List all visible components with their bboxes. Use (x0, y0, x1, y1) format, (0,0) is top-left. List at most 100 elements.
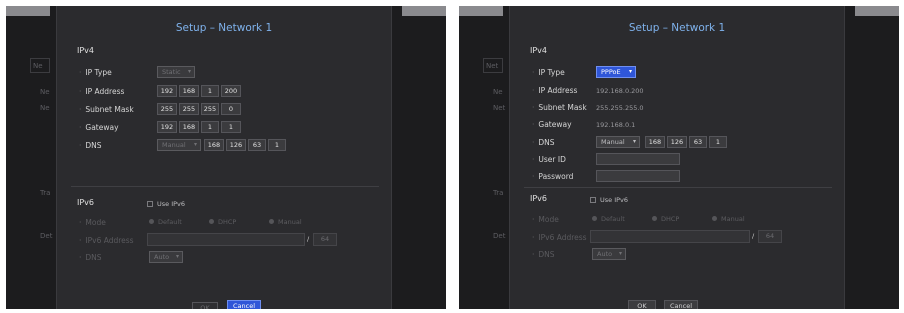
gateway-octet-3[interactable]: 1 (201, 121, 219, 133)
ip-type-label: · IP Type (79, 68, 112, 77)
subnet-mask-octet-3[interactable]: 255 (201, 103, 219, 115)
ip-type-label-text: IP Type (538, 68, 565, 77)
background-label: Det (40, 232, 53, 240)
background-label: Ne (40, 88, 50, 96)
subnet-mask-octet-1[interactable]: 255 (157, 103, 177, 115)
ip-type-dropdown[interactable]: PPPoE ▾ (596, 66, 636, 78)
use-ipv6-checkbox[interactable]: Use IPv6 (590, 196, 628, 204)
radio-default[interactable]: Default (149, 218, 182, 226)
radio-dhcp[interactable]: DHCP (652, 215, 679, 223)
subnet-mask-octet-4[interactable]: 0 (221, 103, 241, 115)
dot-icon: · (79, 87, 82, 96)
ip-type-dropdown[interactable]: Static ▾ (157, 66, 195, 78)
password-label-text: Password (538, 172, 574, 181)
dot-icon: · (532, 103, 535, 112)
dns-mode-value: Manual (162, 141, 186, 149)
dns-label: · DNS (532, 138, 555, 147)
radio-default[interactable]: Default (592, 215, 625, 223)
radio-manual[interactable]: Manual (269, 218, 302, 226)
dns-octet-1[interactable]: 168 (204, 139, 224, 151)
dns-octet-4[interactable]: 1 (709, 136, 727, 148)
ipv6-prefix-input[interactable]: 64 (313, 233, 337, 246)
use-ipv6-checkbox[interactable]: Use IPv6 (147, 200, 185, 208)
ipv6-dns-label: · DNS (532, 250, 555, 259)
dot-icon: · (79, 68, 82, 77)
ip-type-label: · IP Type (532, 68, 565, 77)
background-top-bar (6, 6, 50, 16)
background-top-bar (855, 6, 899, 16)
use-ipv6-label: Use IPv6 (157, 200, 186, 208)
gateway-octet-2[interactable]: 168 (179, 121, 199, 133)
dns-octet-2[interactable]: 126 (226, 139, 246, 151)
ip-address-octet-1[interactable]: 192 (157, 85, 177, 97)
dns-mode-dropdown[interactable]: Manual ▾ (596, 136, 640, 148)
gateway-label: · Gateway (532, 120, 572, 129)
ipv6-address-input[interactable] (147, 233, 305, 246)
chevron-down-icon: ▾ (175, 253, 179, 260)
subnet-mask-octet-2[interactable]: 255 (179, 103, 199, 115)
background-label: Ne (33, 62, 43, 70)
dot-icon: · (532, 233, 535, 242)
ipv6-dns-dropdown[interactable]: Auto ▾ (592, 248, 626, 260)
checkbox-icon (147, 201, 153, 207)
ip-address-octet-3[interactable]: 1 (201, 85, 219, 97)
radio-icon (592, 216, 597, 221)
ipv6-mode-label-text: Mode (85, 218, 106, 227)
dot-icon: · (532, 68, 535, 77)
background-label: Tra (40, 189, 51, 197)
background-label: Net (493, 104, 506, 112)
dns-octet-1[interactable]: 168 (645, 136, 665, 148)
ipv6-dns-dropdown[interactable]: Auto ▾ (149, 251, 183, 263)
password-input[interactable] (596, 170, 680, 182)
dialog-title: Setup – Network 1 (628, 22, 726, 34)
user-id-label-text: User ID (538, 155, 566, 164)
radio-dhcp-label: DHCP (661, 215, 680, 223)
radio-icon (269, 219, 274, 224)
network-setup-dialog: Setup – Network 1 IPv4 · IP Type PPPoE ▾ ·… (509, 6, 845, 309)
ipv6-mode-label: · Mode (532, 215, 559, 224)
ip-address-label-text: IP Address (538, 86, 578, 95)
ipv4-heading: IPv4 (530, 46, 548, 55)
radio-manual-label: Manual (278, 218, 302, 226)
chevron-down-icon: ▾ (193, 141, 197, 148)
cancel-button[interactable]: Cancel (664, 300, 698, 309)
gateway-octet-4[interactable]: 1 (221, 121, 241, 133)
radio-dhcp-label: DHCP (218, 218, 237, 226)
dns-octet-3[interactable]: 63 (248, 139, 266, 151)
ipv6-heading: IPv6 (77, 198, 95, 207)
screen-pppoe: Net Ne Net Tra Det Setup – Network 1 IPv… (459, 6, 899, 309)
dns-octet-2[interactable]: 126 (667, 136, 687, 148)
chevron-down-icon: ▾ (632, 138, 636, 145)
ok-button[interactable]: OK (192, 302, 218, 309)
ip-address-octet-2[interactable]: 168 (179, 85, 199, 97)
dns-octet-3[interactable]: 63 (689, 136, 707, 148)
ipv6-prefix-input[interactable]: 64 (758, 230, 782, 243)
background-label: Net (486, 62, 499, 70)
radio-manual[interactable]: Manual (712, 215, 745, 223)
subnet-mask-label: · Subnet Mask (532, 103, 587, 112)
radio-icon (652, 216, 657, 221)
user-id-input[interactable] (596, 153, 680, 165)
ipv4-heading: IPv4 (77, 46, 95, 55)
gateway-octet-1[interactable]: 192 (157, 121, 177, 133)
dot-icon: · (79, 253, 82, 262)
radio-default-label: Default (158, 218, 182, 226)
radio-dhcp[interactable]: DHCP (209, 218, 236, 226)
ok-button[interactable]: OK (628, 300, 656, 309)
network-setup-dialog: Setup – Network 1 IPv4 · IP Type Static ▾ … (56, 6, 392, 309)
ipv6-address-input[interactable] (590, 230, 750, 243)
ip-address-octet-4[interactable]: 200 (221, 85, 241, 97)
chevron-down-icon: ▾ (187, 68, 191, 75)
dns-label: · DNS (79, 141, 102, 150)
section-divider (71, 186, 379, 187)
gateway-label: · Gateway (79, 123, 119, 132)
dns-mode-dropdown[interactable]: Manual ▾ (157, 139, 201, 151)
ip-address-label: · IP Address (532, 86, 577, 95)
ipv6-heading: IPv6 (530, 194, 548, 203)
dns-octet-4[interactable]: 1 (268, 139, 286, 151)
dot-icon: · (79, 141, 82, 150)
cancel-button[interactable]: Cancel (227, 300, 261, 309)
checkbox-icon (590, 197, 596, 203)
ipv6-prefix-separator: / (307, 235, 310, 243)
subnet-mask-label-text: Subnet Mask (85, 105, 134, 114)
